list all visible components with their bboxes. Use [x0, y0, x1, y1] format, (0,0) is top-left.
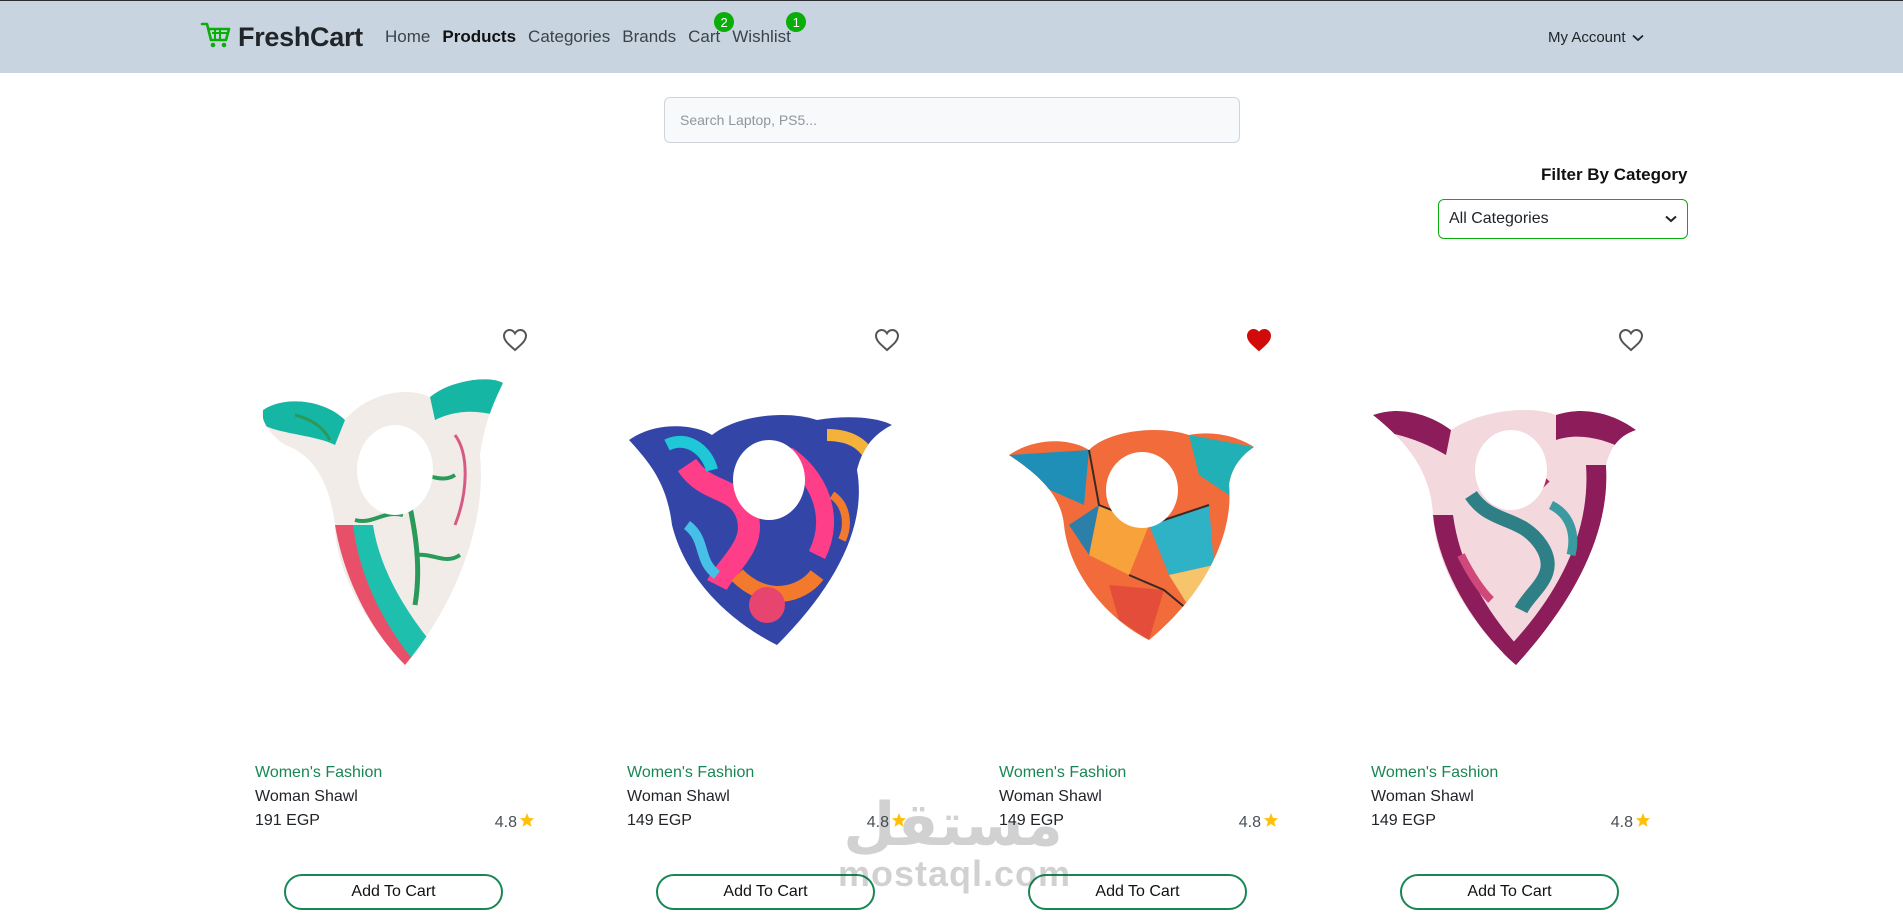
heart-icon[interactable]: [874, 328, 900, 352]
category-select[interactable]: All Categories: [1438, 199, 1688, 239]
category-select-value: All Categories: [1449, 210, 1549, 227]
navbar: FreshCart Home Products Categories Brand…: [0, 0, 1903, 73]
product-category[interactable]: Women's Fashion: [999, 764, 1126, 782]
chevron-down-icon: [1665, 210, 1677, 228]
nav-home[interactable]: Home: [385, 27, 430, 47]
product-grid: Women's Fashion Woman Shawl 191 EGP 4.8 …: [255, 320, 1655, 920]
product-category[interactable]: Women's Fashion: [255, 764, 382, 782]
star-icon: [1635, 812, 1651, 833]
heart-icon[interactable]: [502, 328, 528, 352]
product-image[interactable]: [1371, 375, 1651, 675]
product-card[interactable]: Women's Fashion Woman Shawl 149 EGP 4.8 …: [999, 320, 1279, 916]
product-name: Woman Shawl: [255, 788, 358, 805]
product-image[interactable]: [627, 375, 907, 675]
product-price: 149 EGP: [627, 812, 692, 829]
rating-value: 4.8: [1610, 813, 1633, 831]
product-image[interactable]: [999, 375, 1279, 675]
add-to-cart-button[interactable]: Add To Cart: [1028, 874, 1247, 910]
wishlist-count-badge: 1: [786, 12, 807, 32]
nav-cart[interactable]: Cart 2: [688, 12, 735, 47]
nav-brands[interactable]: Brands: [622, 27, 676, 47]
rating-value: 4.8: [866, 813, 889, 831]
nav-wishlist[interactable]: Wishlist 1: [732, 12, 807, 47]
cart-icon: [200, 21, 232, 54]
product-category[interactable]: Women's Fashion: [627, 764, 754, 782]
brand-logo[interactable]: FreshCart: [200, 21, 363, 54]
search-input[interactable]: [664, 97, 1240, 143]
add-to-cart-button[interactable]: Add To Cart: [1400, 874, 1619, 910]
product-rating: 4.8: [1239, 812, 1279, 833]
nav-menu: Home Products Categories Brands Cart 2 W…: [385, 12, 807, 47]
product-rating: 4.8: [867, 812, 907, 833]
star-icon: [1263, 812, 1279, 833]
product-price: 191 EGP: [255, 812, 320, 829]
nav-products[interactable]: Products: [442, 27, 516, 47]
filter-label: Filter By Category: [1541, 165, 1688, 184]
rating-value: 4.8: [1238, 813, 1261, 831]
product-rating: 4.8: [1611, 812, 1651, 833]
product-price: 149 EGP: [999, 812, 1064, 829]
product-card[interactable]: Women's Fashion Woman Shawl 149 EGP 4.8 …: [1371, 320, 1651, 916]
add-to-cart-button[interactable]: Add To Cart: [656, 874, 875, 910]
brand-name: FreshCart: [238, 22, 363, 52]
product-name: Woman Shawl: [1371, 788, 1474, 805]
product-name: Woman Shawl: [627, 788, 730, 805]
product-name: Woman Shawl: [999, 788, 1102, 805]
product-price: 149 EGP: [1371, 812, 1436, 829]
product-category[interactable]: Women's Fashion: [1371, 764, 1498, 782]
heart-icon[interactable]: [1618, 328, 1644, 352]
account-dropdown[interactable]: My Account: [1548, 29, 1644, 46]
cart-count-badge: 2: [714, 12, 735, 32]
star-icon: [891, 812, 907, 833]
nav-cart-label: Cart: [688, 27, 721, 46]
nav-categories[interactable]: Categories: [528, 27, 610, 47]
rating-value: 4.8: [494, 813, 517, 831]
heart-icon[interactable]: [1246, 328, 1272, 352]
account-label: My Account: [1548, 29, 1626, 46]
add-to-cart-button[interactable]: Add To Cart: [284, 874, 503, 910]
star-icon: [519, 812, 535, 833]
chevron-down-icon: [1631, 29, 1644, 46]
product-image[interactable]: [255, 375, 535, 675]
nav-wishlist-label: Wishlist: [732, 27, 791, 46]
product-rating: 4.8: [495, 812, 535, 833]
product-card[interactable]: Women's Fashion Woman Shawl 149 EGP 4.8 …: [627, 320, 907, 916]
product-card[interactable]: Women's Fashion Woman Shawl 191 EGP 4.8 …: [255, 320, 535, 916]
